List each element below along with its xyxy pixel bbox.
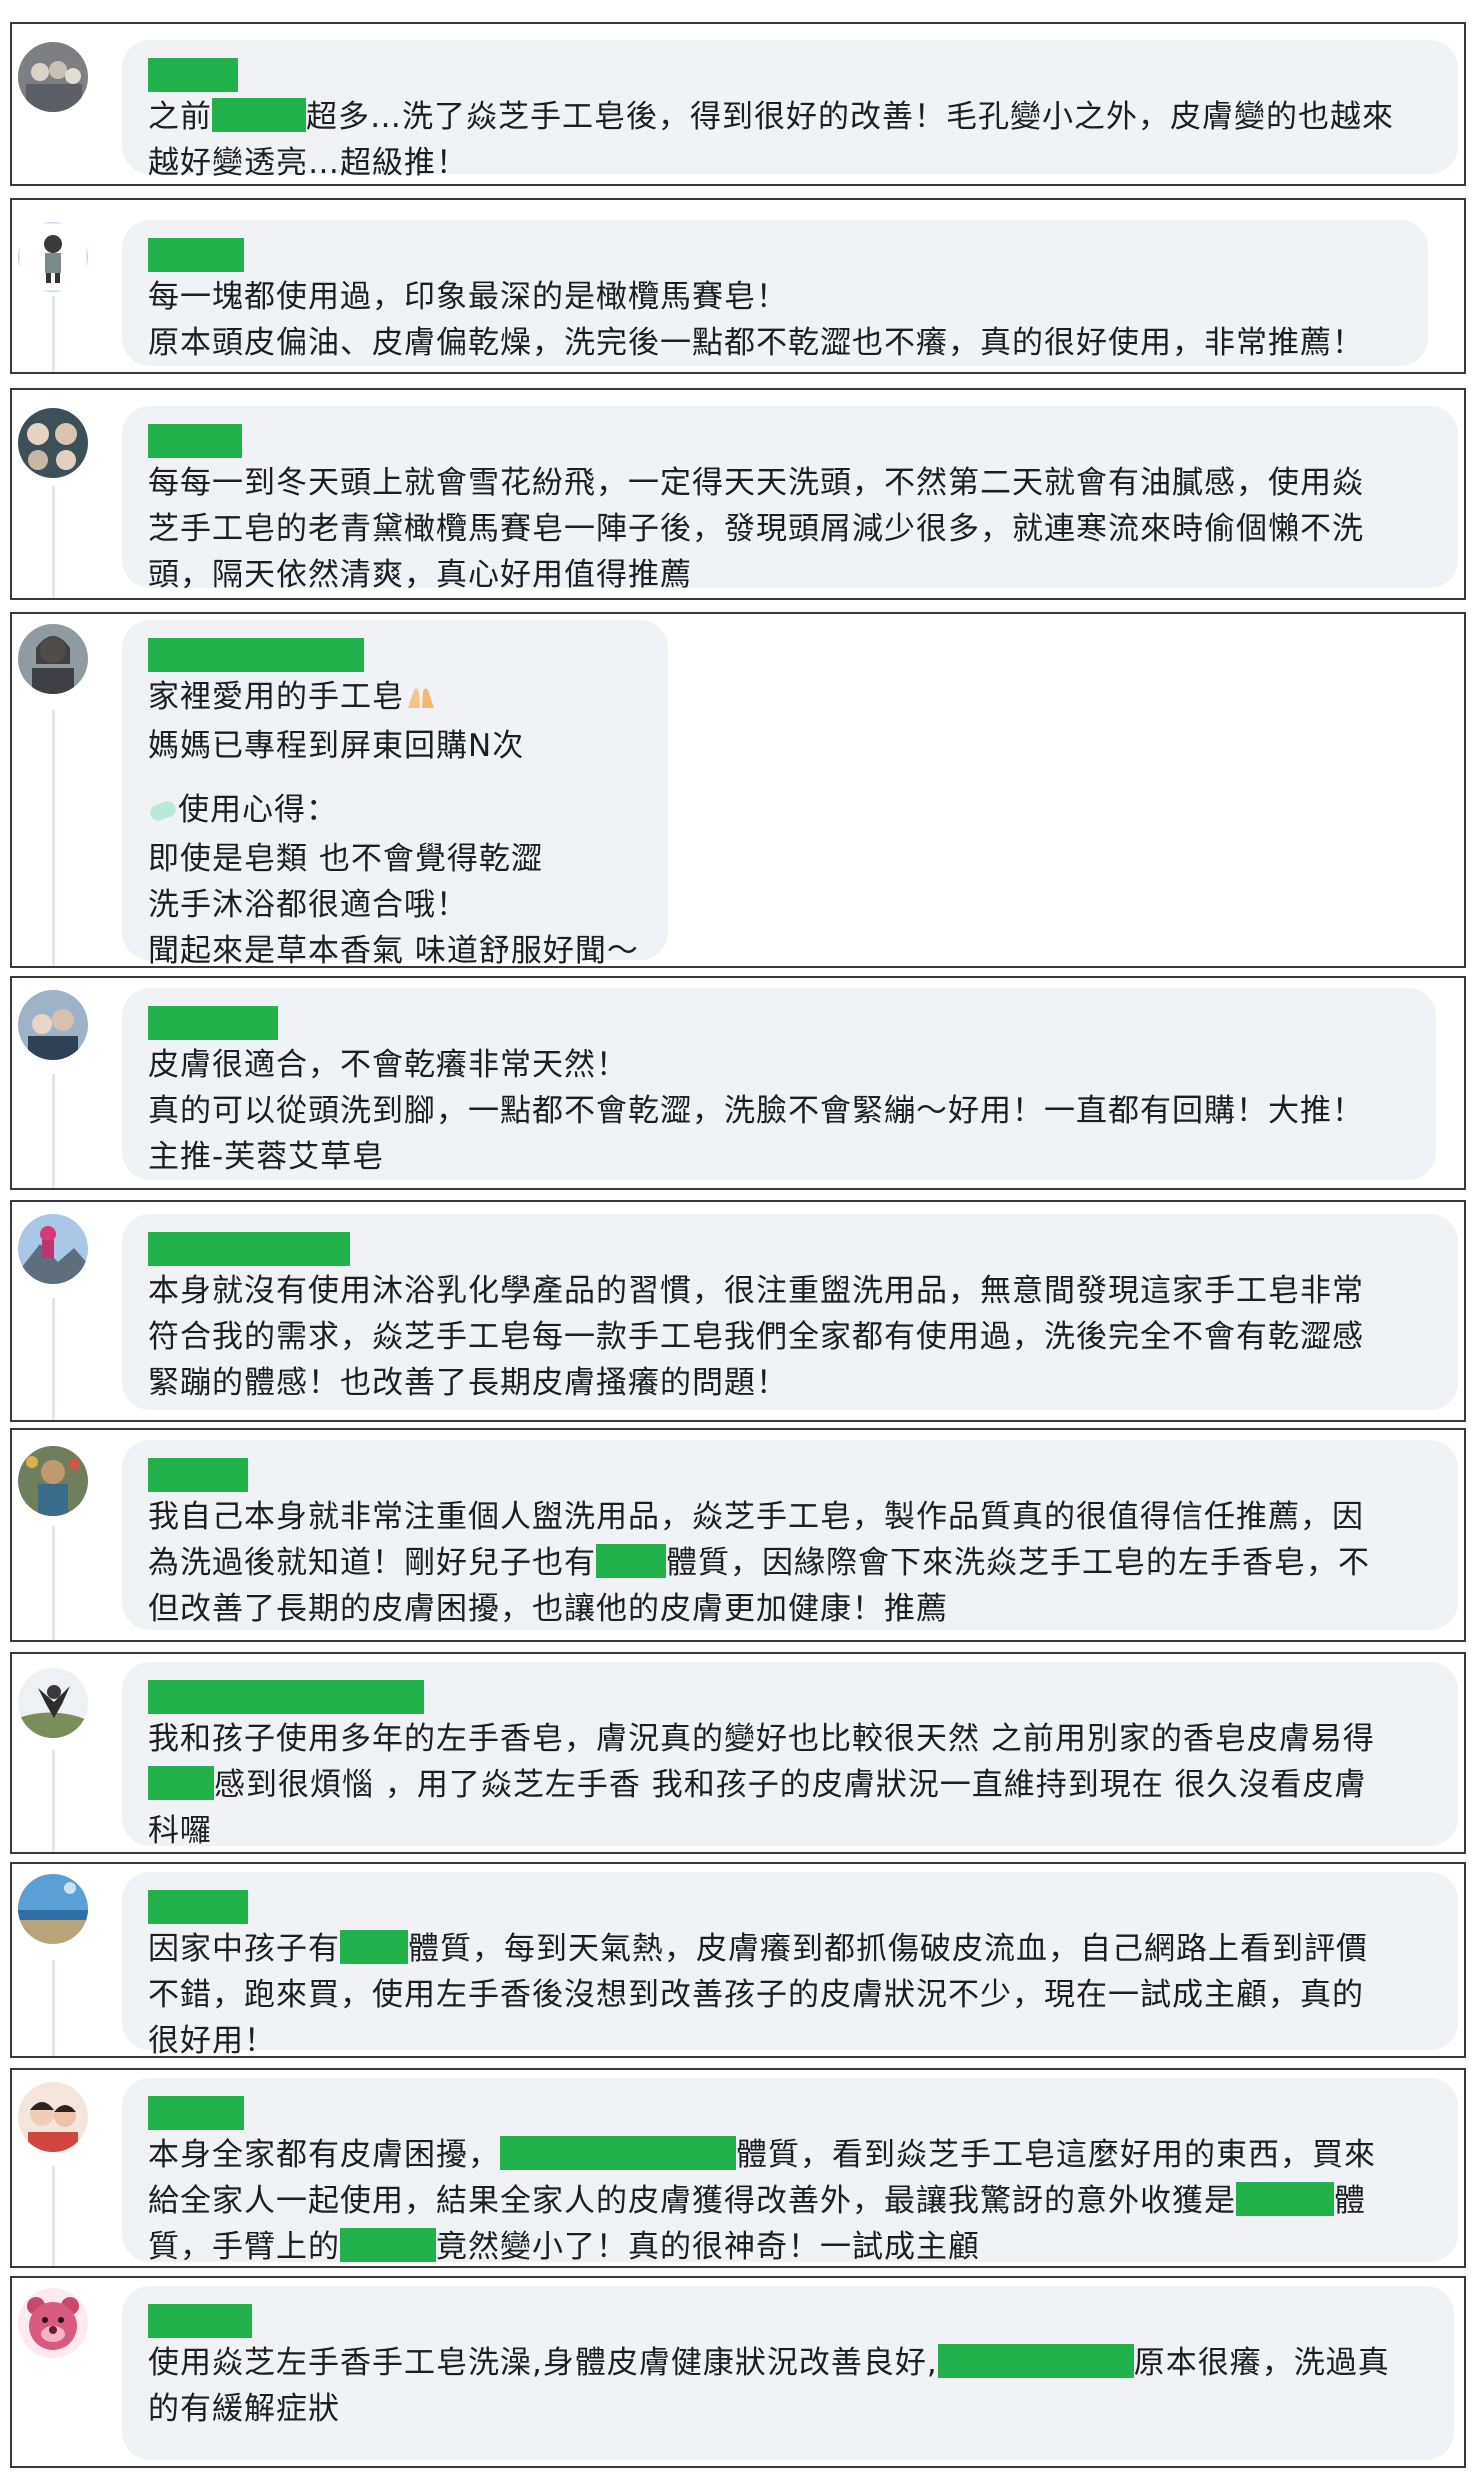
comment-bubble: 每每一到冬天頭上就會雪花紛飛，一定得天天洗頭，不然第二天就會有油膩感，使用焱 芝… [122, 406, 1458, 593]
comment-text-line: 科囉 [148, 1813, 212, 1849]
redacted-username[interactable] [148, 1458, 248, 1492]
comment-text-line: 符合我的需求，焱芝手工皂每一款手工皂我們全家都有使用過，洗後完全不會有乾澀感 [148, 1319, 1364, 1355]
comment-card: 之前 超多…洗了焱芝手工皂後，得到很好的改善！毛孔變小之外，皮膚變的也越來 越好變… [10, 22, 1466, 186]
comment-text-line: 感到很煩惱 ，用了焱芝左手香 我和孩子的皮膚狀況一直維持到現在 很久沒看皮膚 [148, 1762, 1432, 1808]
comment-text-line: 每每一到冬天頭上就會雪花紛飛，一定得天天洗頭，不然第二天就會有油膩感，使用焱 [148, 465, 1364, 501]
comment-card: 皮膚很適合，不會乾癢非常天然！ 真的可以從頭洗到腳，一點都不會乾澀，洗臉不會緊繃… [10, 976, 1466, 1190]
kids-photo-avatar[interactable] [18, 2082, 88, 2152]
comment-text-line: 原本頭皮偏油、皮膚偏乾燥，洗完後一點都不乾澀也不癢，真的很好使用，非常推薦！ [148, 325, 1364, 361]
comment-text-line: 我自己本身就非常注重個人盥洗用品，焱芝手工皂，製作品質真的很值得信任推薦，因 [148, 1499, 1364, 1535]
comment-text-line: 之前 超多…洗了焱芝手工皂後，得到很好的改善！毛孔變小之外，皮膚變的也越來 [148, 98, 1394, 135]
comment-text-line: 緊蹦的體感！也改善了長期皮膚搔癢的問題！ [148, 1365, 788, 1401]
group-photo-avatar[interactable] [18, 42, 88, 112]
comment-bubble: 家裡愛用的手工皂 媽媽已專程到屏東回購N次 使用心得： 即使是皂類 也不會覺得乾… [122, 620, 668, 969]
thread-line [52, 1526, 55, 1640]
redacted-text [212, 98, 306, 132]
thread-line [52, 1960, 55, 2056]
redacted-username[interactable] [148, 1680, 424, 1714]
pink-bear-avatar[interactable] [18, 2288, 88, 2358]
comment-text-line: 本身就沒有使用沐浴乳化學產品的習慣，很注重盥洗用品，無意間發現這家手工皂非常 [148, 1273, 1364, 1309]
comment-text-line: 芝手工皂的老青黛橄欖馬賽皂一陣子後，發現頭屑減少很多，就連寒流來時偷個懶不洗 [148, 511, 1364, 547]
family-photo-avatar[interactable] [18, 990, 88, 1060]
comment-text-line: 很好用！ [148, 2023, 276, 2059]
comment-text-line: 使用心得： [148, 787, 642, 836]
comment-card: 每一塊都使用過，印象最深的是橄欖馬賽皂！ 原本頭皮偏油、皮膚偏乾燥，洗完後一點都… [10, 198, 1466, 374]
comment-text-line: 但改善了長期的皮膚困擾，也讓他的皮膚更加健康！推薦 [148, 1591, 948, 1627]
redacted-text [340, 2228, 436, 2262]
comment-card: 本身全家都有皮膚困擾， 體質，看到焱芝手工皂這麼好用的東西，買來 給全家人一起使用… [10, 2068, 1466, 2268]
thread-line [52, 1074, 55, 1188]
outdoor-photo-avatar[interactable] [18, 1668, 88, 1738]
comment-bubble: 本身就沒有使用沐浴乳化學產品的習慣，很注重盥洗用品，無意間發現這家手工皂非常 符… [122, 1214, 1458, 1410]
comment-bubble: 我和孩子使用多年的左手香皂，膚況真的變好也比較很天然 之前用別家的香皂皮膚易得 … [122, 1662, 1458, 1849]
thread-line [52, 710, 55, 966]
beach-photo-avatar[interactable] [18, 1874, 88, 1944]
redacted-username[interactable] [148, 2304, 252, 2338]
comment-text-line: 每一塊都使用過，印象最深的是橄欖馬賽皂！ [148, 279, 788, 315]
cartoon-person-avatar[interactable] [18, 222, 88, 292]
comment-card: 我自己本身就非常注重個人盥洗用品，焱芝手工皂，製作品質真的很值得信任推薦，因 為… [10, 1428, 1466, 1642]
comment-text-line: 的有緩解症狀 [148, 2391, 340, 2427]
redacted-text [596, 1544, 666, 1578]
redacted-username[interactable] [148, 2096, 244, 2130]
folded-hands-icon [404, 677, 438, 723]
thread-line [52, 1298, 55, 1420]
comment-bubble: 本身全家都有皮膚困擾， 體質，看到焱芝手工皂這麼好用的東西，買來 給全家人一起使用… [122, 2078, 1458, 2265]
comment-text-line: 越好變透亮…超級推！ [148, 145, 468, 181]
comment-text-line: 使用焱芝左手香手工皂洗澡,身體皮膚健康狀況改善良好, 原本很癢，洗過真 [148, 2344, 1390, 2381]
redacted-username[interactable] [148, 638, 364, 672]
redacted-text [500, 2136, 736, 2170]
redacted-username[interactable] [148, 238, 244, 272]
comment-text-line: 頭，隔天依然清爽，真心好用值得推薦 [148, 557, 692, 593]
comment-card: 我和孩子使用多年的左手香皂，膚況真的變好也比較很天然 之前用別家的香皂皮膚易得 … [10, 1652, 1466, 1854]
redacted-username[interactable] [148, 1006, 278, 1040]
comment-text-line: 洗手沐浴都很適合哦！ [148, 887, 468, 923]
redacted-username[interactable] [148, 1890, 248, 1924]
comment-card: 家裡愛用的手工皂 媽媽已專程到屏東回購N次 使用心得： 即使是皂類 也不會覺得乾… [10, 612, 1466, 969]
comment-text-line: 我和孩子使用多年的左手香皂，膚況真的變好也比較很天然 之前用別家的香皂皮膚易得 [148, 1721, 1375, 1757]
comment-text-line: 質，手臂上的 竟然變小了！真的很神奇！一試成主顧 [148, 2228, 980, 2265]
comment-card: 本身就沒有使用沐浴乳化學產品的習慣，很注重盥洗用品，無意間發現這家手工皂非常 符… [10, 1200, 1466, 1422]
comment-text-line: 媽媽已專程到屏東回購N次 [148, 728, 525, 764]
festival-photo-avatar[interactable] [18, 1446, 88, 1516]
soap-icon [148, 790, 178, 836]
comment-text-line: 不錯，跑來買，使用左手香後沒想到改善孩子的皮膚狀況不少，現在一試成主顧，真的 [148, 1977, 1364, 2013]
comment-text-line: 因家中孩子有 體質，每到天氣熱，皮膚癢到都抓傷破皮流血，自己網路上看到評價 [148, 1930, 1368, 1967]
mountain-photo-avatar[interactable] [18, 1214, 88, 1284]
comment-bubble: 因家中孩子有 體質，每到天氣熱，皮膚癢到都抓傷破皮流血，自己網路上看到評價 不錯，… [122, 1872, 1458, 2059]
comment-bubble: 使用焱芝左手香手工皂洗澡,身體皮膚健康狀況改善良好, 原本很癢，洗過真 的有緩解症… [122, 2286, 1454, 2460]
comments-page: { "colors": { "redaction": "#22b24c", "b… [0, 0, 1476, 2480]
redacted-username[interactable] [148, 1232, 350, 1266]
comment-text-line: 本身全家都有皮膚困擾， 體質，看到焱芝手工皂這麼好用的東西，買來 [148, 2136, 1376, 2173]
redacted-text [340, 1930, 408, 1964]
comment-bubble: 每一塊都使用過，印象最深的是橄欖馬賽皂！ 原本頭皮偏油、皮膚偏乾燥，洗完後一點都… [122, 220, 1428, 366]
redacted-text [937, 2344, 1134, 2378]
comment-text-line: 即使是皂類 也不會覺得乾澀 [148, 841, 543, 877]
thread-line [52, 296, 55, 372]
comment-text-line: 給全家人一起使用，結果全家人的皮膚獲得改善外，最讓我驚訝的意外收獲是體 [148, 2182, 1366, 2219]
comment-text-line: 為洗過後就知道！剛好兒子也有 體質，因緣際會下來洗焱芝手工皂的左手香皂，不 [148, 1544, 1370, 1581]
comment-card: 每每一到冬天頭上就會雪花紛飛，一定得天天洗頭，不然第二天就會有油膩感，使用焱 芝… [10, 388, 1466, 600]
redacted-text [148, 1766, 214, 1800]
comment-text-line: 主推-芙蓉艾草皂 [148, 1139, 385, 1175]
redacted-username[interactable] [148, 424, 242, 458]
woman-portrait-avatar[interactable] [18, 624, 88, 694]
thread-line [52, 2166, 55, 2266]
comment-bubble: 之前 超多…洗了焱芝手工皂後，得到很好的改善！毛孔變小之外，皮膚變的也越來 越好變… [122, 40, 1458, 181]
comment-bubble: 皮膚很適合，不會乾癢非常天然！ 真的可以從頭洗到腳，一點都不會乾澀，洗臉不會緊繃… [122, 988, 1436, 1180]
comment-text-line: 家裡愛用的手工皂 [148, 674, 642, 723]
selfie-collage-avatar[interactable] [18, 408, 88, 478]
thread-line [52, 486, 55, 598]
comment-card: 因家中孩子有 體質，每到天氣熱，皮膚癢到都抓傷破皮流血，自己網路上看到評價 不錯，… [10, 1862, 1466, 2059]
comment-text-line: 真的可以從頭洗到腳，一點都不會乾澀，洗臉不會緊繃～好用！一直都有回購！大推！ [148, 1093, 1364, 1129]
redacted-username[interactable] [148, 58, 238, 92]
comment-bubble: 我自己本身就非常注重個人盥洗用品，焱芝手工皂，製作品質真的很值得信任推薦，因 為… [122, 1440, 1458, 1630]
comment-card: 使用焱芝左手香手工皂洗澡,身體皮膚健康狀況改善良好, 原本很癢，洗過真 的有緩解症… [10, 2276, 1466, 2468]
thread-line [52, 1750, 55, 1852]
comment-text-line: 聞起來是草本香氣 味道舒服好聞～ [148, 933, 639, 969]
redacted-text [1236, 2182, 1334, 2216]
comment-text-line: 皮膚很適合，不會乾癢非常天然！ [148, 1047, 628, 1083]
